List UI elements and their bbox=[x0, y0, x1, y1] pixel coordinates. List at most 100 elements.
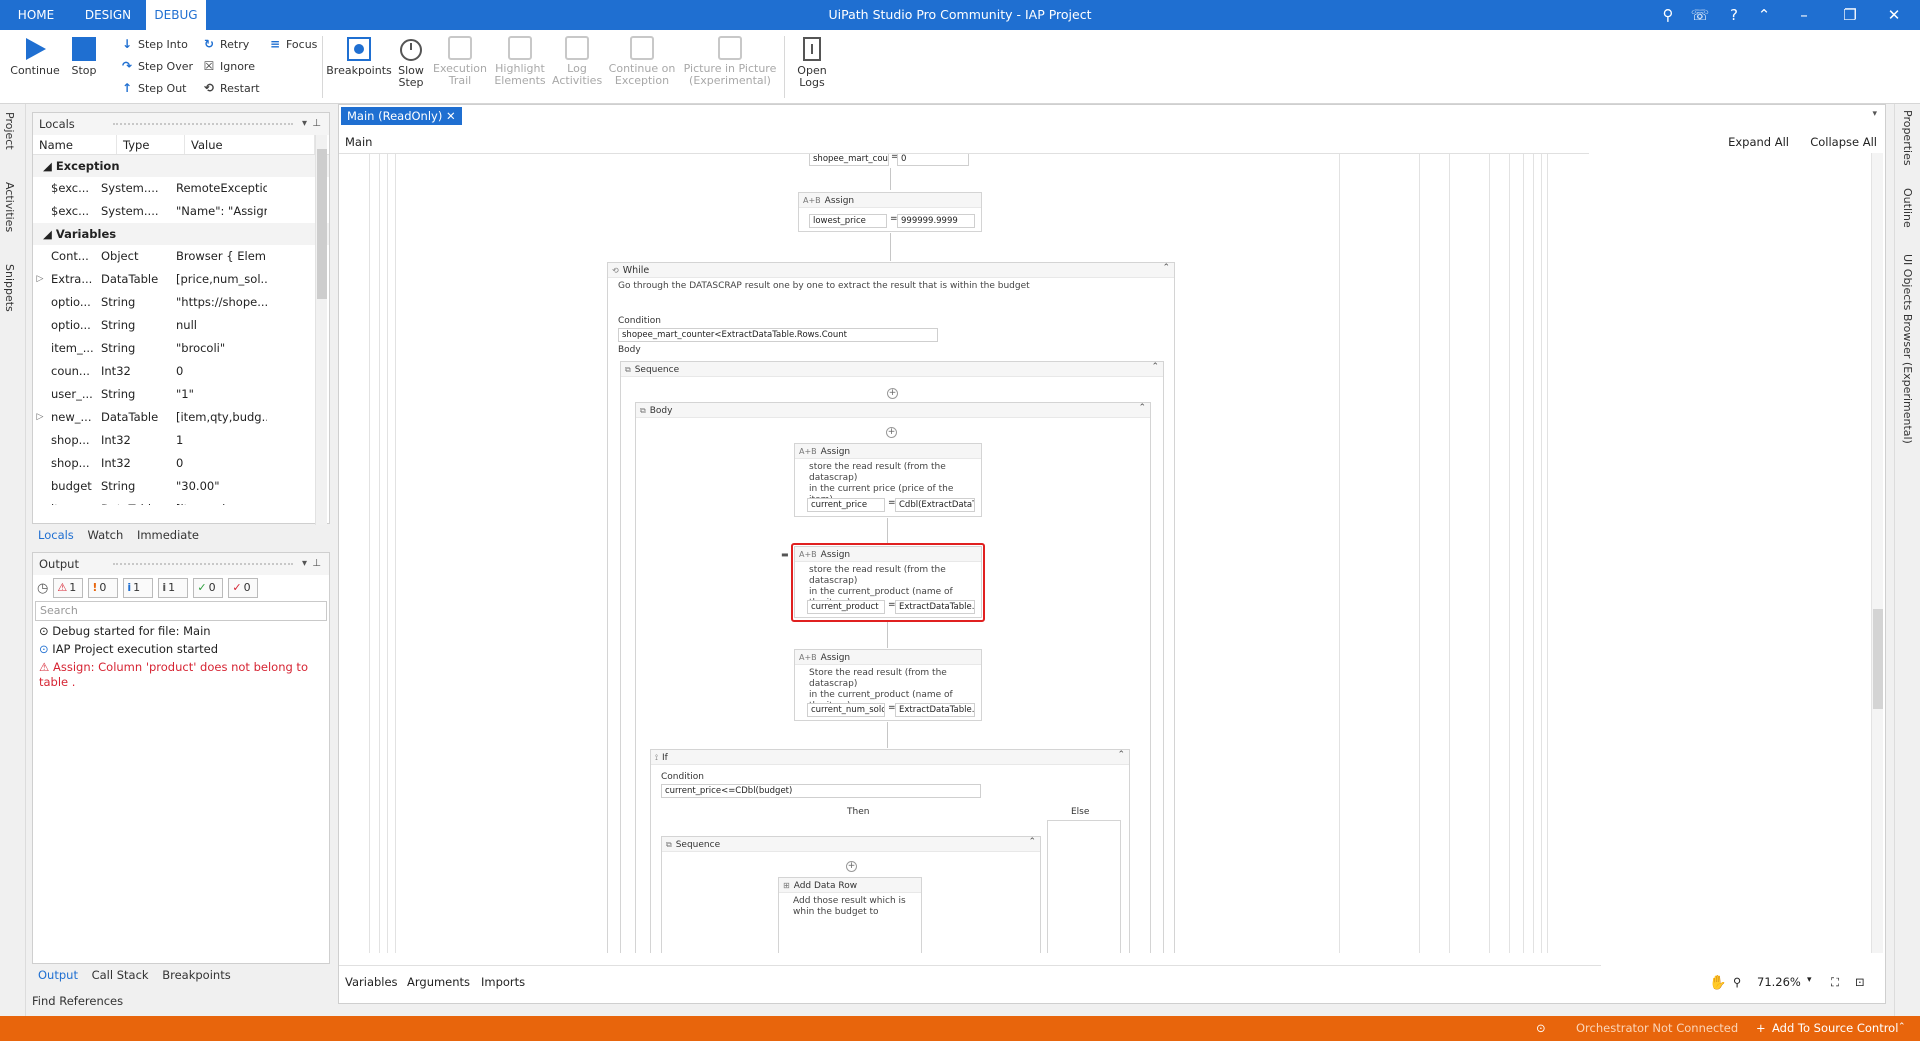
table-row[interactable]: user_... String "1" bbox=[33, 383, 329, 406]
table-row[interactable]: ▷ new_... DataTable [item,qty,budg... bbox=[33, 406, 329, 429]
assign-lowest-price[interactable]: A+B Assign lowest_price = 999999.9999 bbox=[798, 192, 982, 232]
tab-locals[interactable]: Locals bbox=[38, 528, 74, 542]
collapse-icon[interactable]: ⌃ bbox=[1162, 263, 1170, 273]
table-row[interactable]: item_... String "brocoli" bbox=[33, 337, 329, 360]
assign-current-num-sold[interactable]: A+B Assign Store the read result (from th… bbox=[794, 649, 982, 721]
assign-to-field[interactable]: lowest_price bbox=[809, 214, 887, 228]
expand-icon[interactable] bbox=[33, 360, 47, 383]
canvas-vertical-scrollbar[interactable] bbox=[1871, 153, 1883, 953]
expand-icon[interactable]: ▷ bbox=[33, 268, 47, 291]
tab-list-icon[interactable]: ▾ bbox=[1872, 109, 1877, 119]
tab-watch[interactable]: Watch bbox=[87, 528, 123, 542]
expand-icon[interactable] bbox=[33, 291, 47, 314]
expand-icon[interactable] bbox=[33, 177, 47, 200]
output-filter-button[interactable]: ✓ 0 bbox=[228, 578, 259, 598]
expand-icon[interactable] bbox=[33, 383, 47, 406]
output-filter-button[interactable]: ✓ 0 bbox=[193, 578, 224, 598]
expand-icon[interactable] bbox=[33, 245, 47, 268]
assign-to-field[interactable]: shopee_mart_coun bbox=[809, 154, 889, 166]
if-activity[interactable]: ⟟ If ⌃ Condition current_price<=CDbl(budg… bbox=[650, 749, 1130, 953]
imports-tab[interactable]: Imports bbox=[481, 975, 525, 989]
open-logs-button[interactable]: Open Logs bbox=[792, 36, 832, 89]
output-search-input[interactable]: Search bbox=[35, 601, 327, 621]
side-tab-project[interactable]: Project bbox=[3, 112, 16, 150]
slow-step-button[interactable]: Slow Step bbox=[394, 36, 428, 89]
pin-icon[interactable]: ⊥ bbox=[312, 113, 321, 135]
step-into-button[interactable]: ↓ Step Into bbox=[120, 34, 188, 54]
table-row[interactable]: ▷ Extra... DataTable [price,num_sol... bbox=[33, 268, 329, 291]
col-name[interactable]: Name bbox=[33, 135, 117, 154]
side-tab-properties[interactable]: Properties bbox=[1901, 110, 1914, 166]
collapse-icon[interactable]: ⌃ bbox=[1117, 750, 1125, 760]
retry-button[interactable]: ↻ Retry bbox=[202, 34, 249, 54]
expand-icon[interactable] bbox=[33, 200, 47, 223]
step-over-button[interactable]: ↷ Step Over bbox=[120, 56, 193, 76]
expand-icon[interactable]: ▷ bbox=[33, 406, 47, 429]
clock-icon[interactable]: ◷ bbox=[37, 581, 48, 596]
table-row[interactable]: shop... Int32 0 bbox=[33, 452, 329, 475]
find-references-tab[interactable]: Find References bbox=[32, 994, 123, 1008]
while-condition-field[interactable]: shopee_mart_counter<ExtractDataTable.Row… bbox=[618, 328, 938, 342]
variables-tab[interactable]: Variables bbox=[345, 975, 398, 989]
pin-icon[interactable]: ⊥ bbox=[312, 553, 321, 575]
then-sequence[interactable]: ⧉ Sequence ⌃ + ⊞ Add Data Row Add those re… bbox=[661, 836, 1041, 953]
execution-trail-button[interactable]: Execution Trail bbox=[432, 36, 488, 87]
overview-icon[interactable]: ⊡ bbox=[1855, 975, 1865, 989]
orchestrator-status[interactable]: Orchestrator Not Connected bbox=[1576, 1021, 1738, 1035]
table-row[interactable]: budget String "30.00" bbox=[33, 475, 329, 498]
chevron-up-icon[interactable]: ⌃ bbox=[1898, 1022, 1906, 1032]
tab-debug[interactable]: DEBUG bbox=[146, 0, 206, 30]
col-value[interactable]: Value bbox=[185, 135, 315, 154]
col-type[interactable]: Type bbox=[117, 135, 185, 154]
ignore-button[interactable]: ☒ Ignore bbox=[202, 56, 255, 76]
expand-icon[interactable] bbox=[33, 314, 47, 337]
close-icon[interactable]: ✕ bbox=[1880, 0, 1908, 30]
fit-screen-icon[interactable]: ⛶ bbox=[1831, 975, 1839, 990]
side-tab-snippets[interactable]: Snippets bbox=[3, 264, 16, 312]
scroll-thumb[interactable] bbox=[317, 149, 327, 299]
collapse-ribbon-icon[interactable]: ⌃ bbox=[1750, 0, 1778, 30]
step-out-button[interactable]: ↑ Step Out bbox=[120, 78, 187, 98]
assign-to-field[interactable]: current_num_sold bbox=[807, 703, 885, 717]
tab-call-stack[interactable]: Call Stack bbox=[92, 968, 149, 982]
add-activity-icon[interactable]: + bbox=[887, 388, 898, 399]
highlight-elements-button[interactable]: Highlight Elements bbox=[492, 36, 548, 87]
zoom-level-select[interactable]: 71.26% bbox=[1757, 975, 1801, 989]
add-to-source-control[interactable]: Add To Source Control bbox=[1772, 1021, 1898, 1035]
hand-tool-icon[interactable]: ✋ bbox=[1709, 975, 1726, 991]
table-row[interactable]: ▷item_...DataTable[item,price,nu... bbox=[33, 498, 329, 505]
continue-button[interactable]: Continue bbox=[8, 36, 62, 77]
assign-current-price[interactable]: A+B Assign store the read result (from th… bbox=[794, 443, 982, 517]
collapse-icon[interactable]: ⌃ bbox=[1028, 837, 1036, 847]
assign-value-field[interactable]: ExtractDataTable.R bbox=[895, 703, 975, 717]
assign-value-field[interactable]: 999999.9999 bbox=[897, 214, 975, 228]
breadcrumb[interactable]: Main bbox=[345, 135, 372, 149]
expand-icon[interactable]: ▷ bbox=[33, 498, 47, 505]
collapse-icon[interactable]: ⌃ bbox=[1151, 362, 1159, 372]
picture-in-picture-button[interactable]: Picture in Picture (Experimental) bbox=[680, 36, 780, 87]
body-container[interactable]: ⧉ Body ⌃ + A+B Assign store the read resul… bbox=[635, 402, 1151, 953]
tab-immediate[interactable]: Immediate bbox=[137, 528, 199, 542]
expand-all-button[interactable]: Expand All bbox=[1728, 135, 1789, 149]
table-row[interactable]: $exc... System.... RemoteException bbox=[33, 177, 329, 200]
tab-breakpoints[interactable]: Breakpoints bbox=[162, 968, 230, 982]
assign-value-field[interactable]: 0 bbox=[897, 154, 969, 166]
while-activity[interactable]: ⟲ While ⌃ Go through the DATASCRAP result… bbox=[607, 262, 1175, 953]
feedback-icon[interactable]: ☏ bbox=[1686, 0, 1714, 30]
close-tab-icon[interactable]: ✕ bbox=[446, 109, 456, 123]
expand-icon[interactable] bbox=[33, 475, 47, 498]
restart-button[interactable]: ⟲ Restart bbox=[202, 78, 260, 98]
output-filter-button[interactable]: i1 bbox=[158, 578, 189, 598]
locals-scrollbar[interactable] bbox=[315, 135, 327, 525]
side-tab-outline[interactable]: Outline bbox=[1901, 188, 1914, 228]
zoom-icon[interactable]: ⚲ bbox=[1733, 975, 1741, 989]
side-tab-ui-objects-browser[interactable]: UI Objects Browser (Experimental) bbox=[1901, 254, 1914, 444]
breakpoints-button[interactable]: Breakpoints bbox=[326, 36, 392, 77]
output-filter-button[interactable]: ⚠ 1 bbox=[53, 578, 84, 598]
add-activity-icon[interactable]: + bbox=[886, 427, 897, 438]
output-filter-button[interactable]: i1 bbox=[123, 578, 154, 598]
focus-button[interactable]: ≡ Focus bbox=[268, 34, 317, 54]
table-row[interactable]: optio... String null bbox=[33, 314, 329, 337]
table-row[interactable]: coun... Int32 0 bbox=[33, 360, 329, 383]
panel-menu-icon[interactable]: ▾ bbox=[302, 113, 307, 135]
